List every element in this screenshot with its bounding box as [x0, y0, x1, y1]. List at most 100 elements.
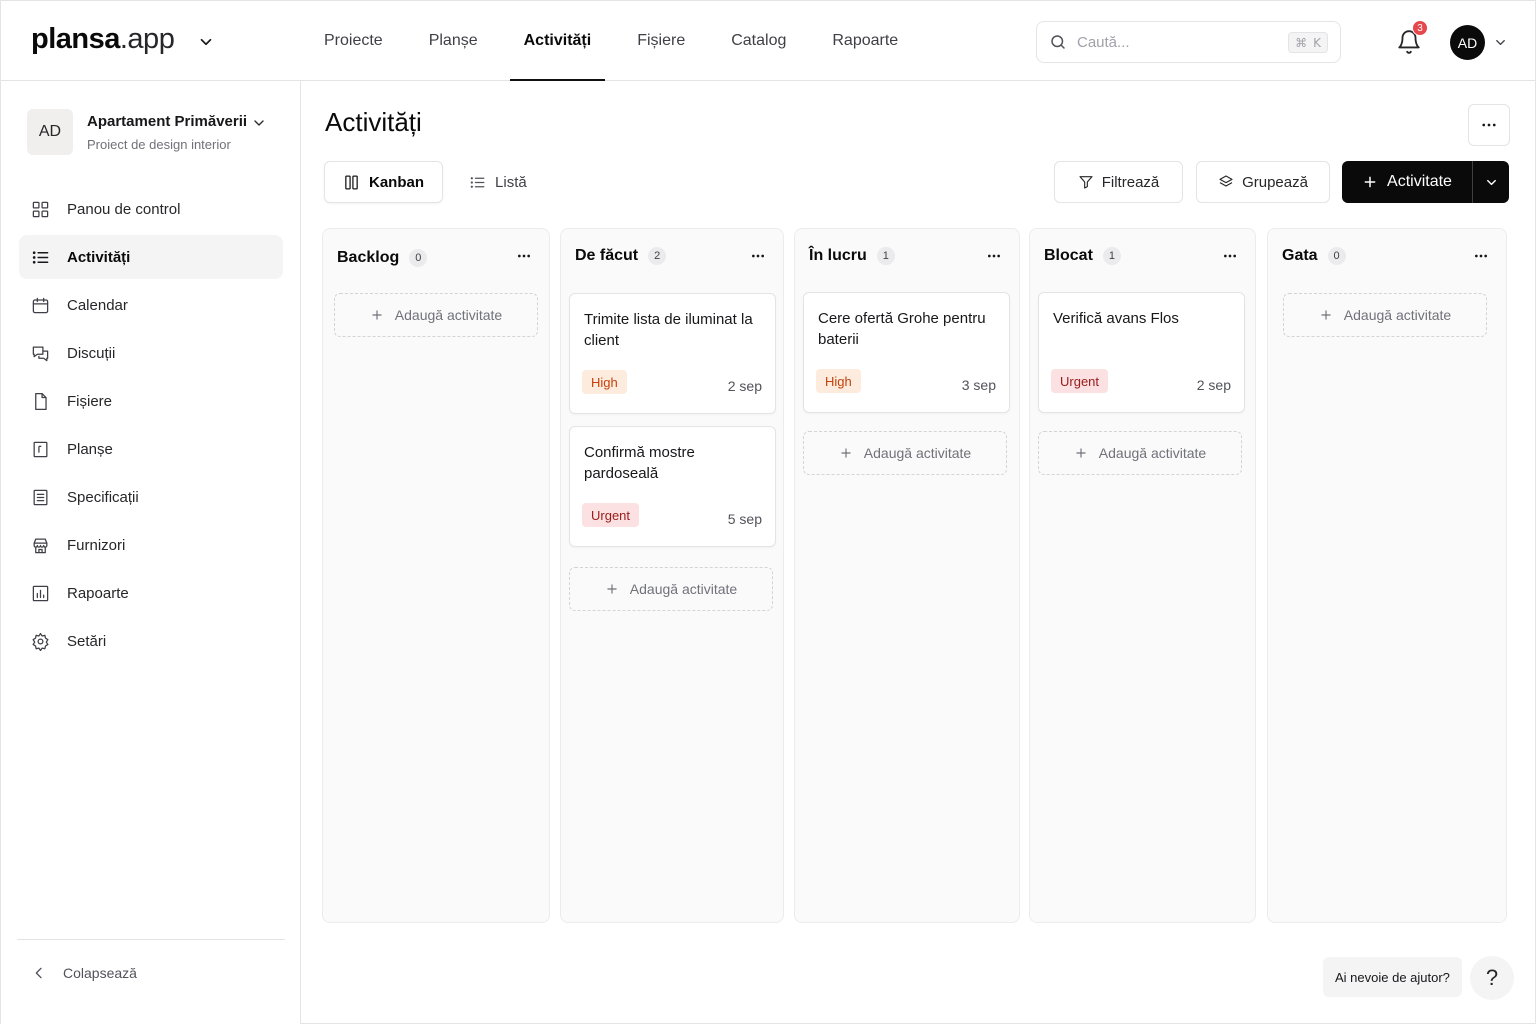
- page-more-button[interactable]: [1468, 104, 1510, 146]
- collapse-label: Colapsează: [63, 965, 137, 981]
- add-activity-in-column[interactable]: Adaugă activitate: [334, 293, 538, 337]
- add-activity-label: Adaugă activitate: [629, 581, 738, 597]
- chevron-down-icon[interactable]: [1493, 35, 1508, 50]
- column-title: Blocat: [1044, 247, 1093, 264]
- nav-item-rapoarte[interactable]: Rapoarte: [809, 1, 921, 81]
- more-horizontal-icon: [752, 254, 764, 258]
- sidebar-item-label: Furnizori: [67, 536, 126, 554]
- list-icon: [32, 250, 49, 264]
- sidebar-item-fisiere[interactable]: Fișiere: [19, 379, 283, 423]
- sidebar-item-label: Panou de control: [67, 200, 181, 218]
- sidebar-item-label: Activități: [67, 248, 131, 266]
- chevron-down-icon[interactable]: [197, 33, 215, 51]
- project-switcher[interactable]: AD Apartament Primăverii Proiect de desi…: [27, 109, 283, 157]
- priority-badge: High: [816, 369, 861, 393]
- search-input[interactable]: [1077, 33, 1277, 51]
- tab-list[interactable]: Listă: [451, 161, 545, 203]
- plus-icon: [1321, 310, 1331, 320]
- nav-item-catalog[interactable]: Catalog: [708, 1, 809, 81]
- sidebar-item-label: Specificații: [67, 488, 139, 506]
- column-more-button[interactable]: [983, 247, 1005, 265]
- chart-icon: [32, 585, 49, 601]
- sidebar-item-setari[interactable]: Setări: [19, 619, 283, 663]
- task-card[interactable]: Cere ofertă Grohe pentru baterii High 3 …: [803, 292, 1010, 413]
- priority-badge: High: [582, 370, 627, 394]
- plus-icon: [1076, 448, 1086, 458]
- add-activity-in-column[interactable]: Adaugă activitate: [1038, 431, 1242, 475]
- tab-list-label: Listă: [495, 173, 527, 191]
- sidebar-item-label: Fișiere: [67, 392, 113, 410]
- task-card[interactable]: Verifică avans Flos Urgent 2 sep: [1038, 292, 1245, 413]
- priority-badge: Urgent: [582, 503, 640, 527]
- task-title: Trimite lista de iluminat la client: [584, 311, 753, 349]
- sidebar-item-calendar[interactable]: Calendar: [19, 283, 283, 327]
- sidebar-item-discutii[interactable]: Discuții: [19, 331, 283, 375]
- sidebar-item-planse[interactable]: Planșe: [19, 427, 283, 471]
- sidebar-item-panou-de-control[interactable]: Panou de control: [19, 187, 283, 231]
- column-count: 1: [876, 247, 895, 265]
- add-activity-label: Activitate: [1387, 173, 1452, 190]
- sidebar-item-label: Planșe: [67, 440, 113, 458]
- column-header: Backlog 0: [337, 249, 428, 267]
- project-name: Apartament Primăverii: [87, 113, 248, 130]
- sidebar-item-activitati[interactable]: Activități: [19, 235, 283, 279]
- filter-label: Filtrează: [1101, 173, 1160, 191]
- sidebar-item-label: Rapoarte: [67, 584, 129, 602]
- help-prompt[interactable]: Ai nevoie de ajutor?: [1323, 957, 1462, 997]
- task-card[interactable]: Confirmă mostre pardoseală Urgent 5 sep: [569, 426, 776, 547]
- add-activity-in-column[interactable]: Adaugă activitate: [1283, 293, 1487, 337]
- nav-item-fisiere[interactable]: Fișiere: [614, 1, 708, 81]
- notification-badge: 3: [1412, 20, 1428, 36]
- filter-icon: [1079, 176, 1093, 189]
- column-more-button[interactable]: [1470, 247, 1492, 265]
- sidebar-item-furnizori[interactable]: Furnizori: [19, 523, 283, 567]
- shortcut-key: K: [1313, 35, 1321, 50]
- task-card[interactable]: Trimite lista de iluminat la client High…: [569, 293, 776, 414]
- add-activity-dropdown[interactable]: [1473, 161, 1509, 203]
- column-count: 0: [1327, 247, 1346, 265]
- supplier-icon: [33, 538, 48, 553]
- nav-item-proiecte[interactable]: Proiecte: [301, 1, 406, 81]
- task-due-date: 2 sep: [727, 378, 762, 394]
- more-horizontal-icon: [1475, 254, 1487, 258]
- column-more-button[interactable]: [1219, 247, 1241, 265]
- brand-name-bold: plansa: [31, 23, 120, 55]
- add-activity-label: Adaugă activitate: [394, 307, 503, 323]
- kanban-column-blocat: Blocat 1 Verifică avans Flos Urgent 2 se…: [1029, 228, 1256, 923]
- chevron-down-icon: [254, 120, 264, 126]
- column-title: Backlog: [337, 249, 400, 266]
- layers-icon: [1219, 175, 1233, 187]
- help-button[interactable]: ?: [1470, 956, 1514, 1000]
- project-avatar: AD: [27, 109, 73, 155]
- more-horizontal-icon: [518, 254, 530, 258]
- nav-item-planse[interactable]: Planșe: [406, 1, 501, 81]
- add-activity-button[interactable]: Activitate: [1342, 161, 1473, 203]
- column-count: 2: [648, 247, 667, 265]
- column-more-button[interactable]: [747, 247, 769, 265]
- column-header: De făcut 2: [575, 247, 667, 265]
- user-avatar[interactable]: AD: [1450, 25, 1485, 60]
- sidebar-item-rapoarte[interactable]: Rapoarte: [19, 571, 283, 615]
- column-title: De făcut: [575, 247, 639, 264]
- group-button[interactable]: Grupează: [1196, 161, 1330, 203]
- collapse-sidebar-button[interactable]: Colapsează: [31, 965, 137, 981]
- sidebar-item-specificatii[interactable]: Specificații: [19, 475, 283, 519]
- column-title: Gata: [1282, 247, 1318, 264]
- gear-icon: [32, 632, 49, 651]
- grid-icon: [32, 201, 49, 217]
- app-window: plansa .app Proiecte Planșe Activități Fi…: [0, 0, 1536, 1024]
- add-activity-in-column[interactable]: Adaugă activitate: [803, 431, 1007, 475]
- search-icon: [1051, 35, 1065, 49]
- task-title: Confirmă mostre pardoseală: [584, 444, 695, 482]
- filter-button[interactable]: Filtrează: [1054, 161, 1183, 203]
- file-icon: [35, 392, 47, 410]
- column-header: Blocat 1: [1044, 247, 1121, 265]
- column-more-button[interactable]: [513, 247, 535, 265]
- kanban-column-de-facut: De făcut 2 Trimite lista de iluminat la …: [560, 228, 784, 923]
- search-box: ⌘ K: [1036, 21, 1341, 63]
- tab-kanban[interactable]: Kanban: [324, 161, 444, 203]
- top-bar: plansa .app Proiecte Planșe Activități Fi…: [1, 1, 1535, 81]
- brand-logo[interactable]: plansa .app: [31, 23, 175, 56]
- add-activity-in-column[interactable]: Adaugă activitate: [569, 567, 773, 611]
- nav-item-activitati[interactable]: Activități: [501, 1, 615, 81]
